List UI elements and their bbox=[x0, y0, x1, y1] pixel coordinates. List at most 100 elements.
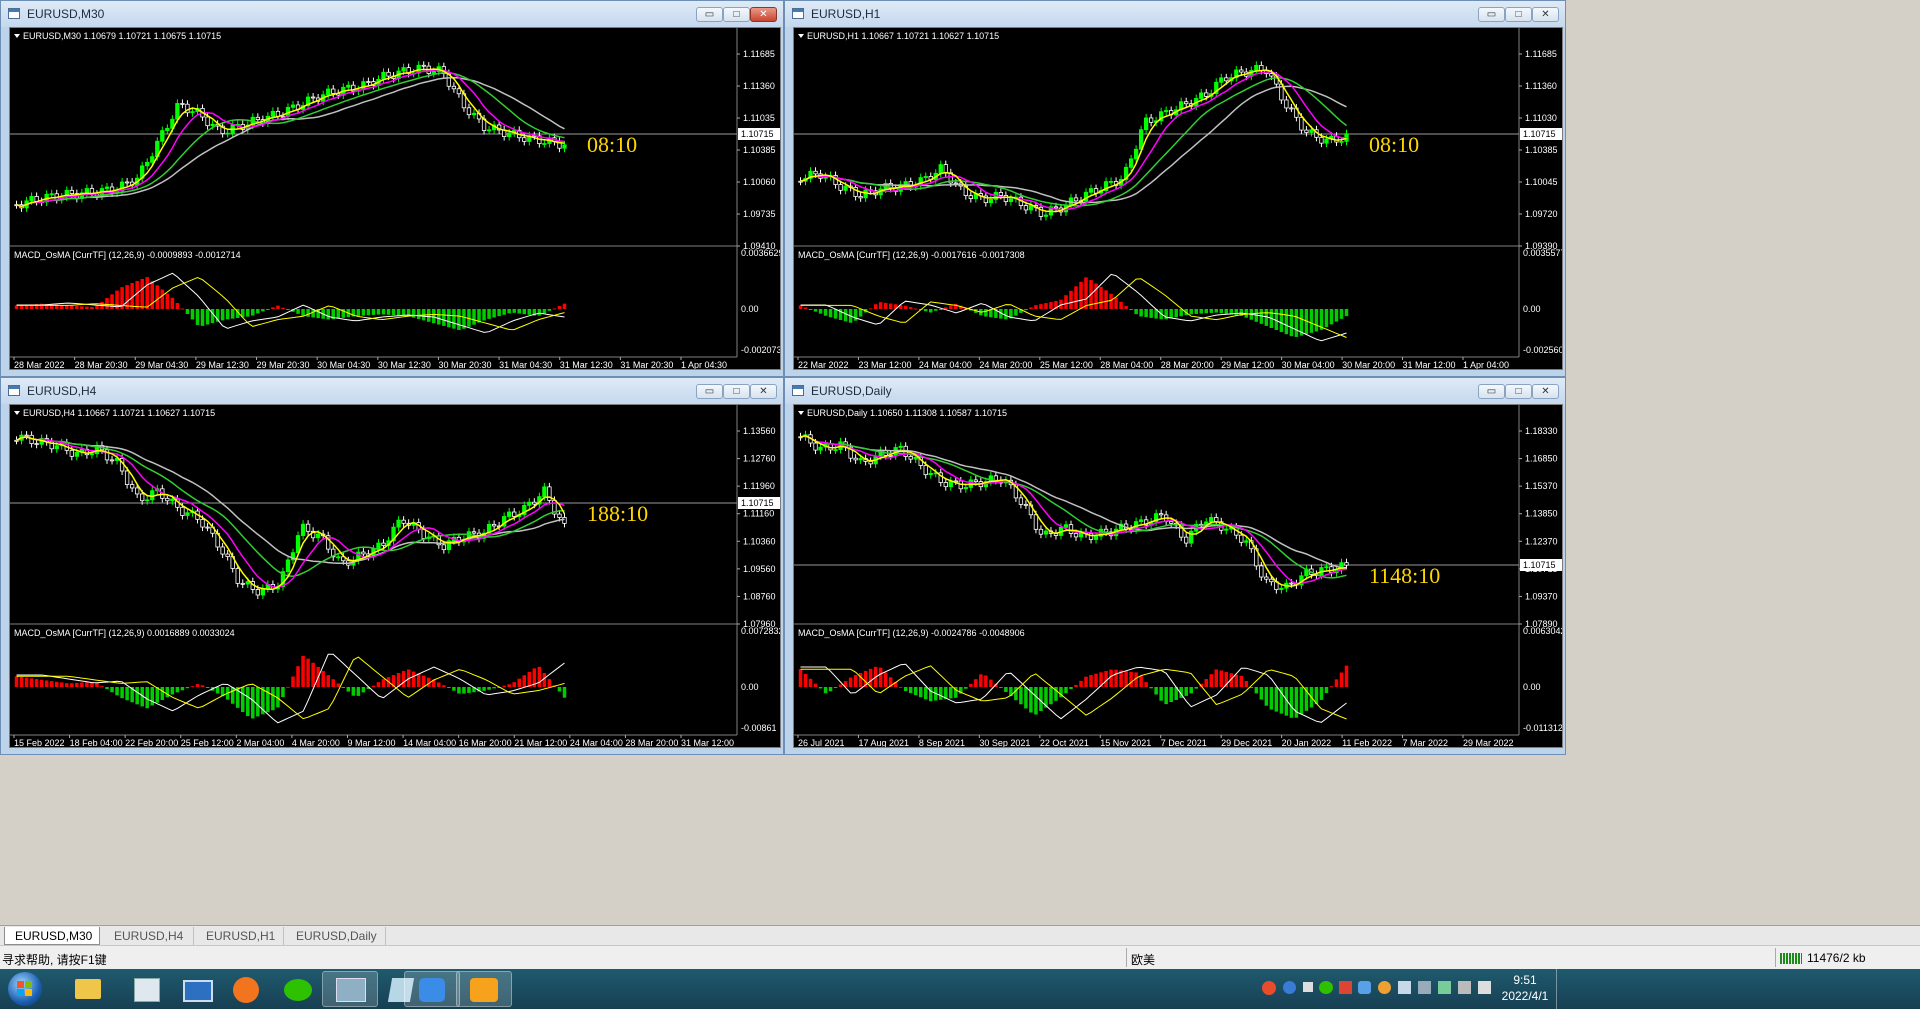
histogram-bar bbox=[1319, 687, 1324, 700]
chart-window-h1[interactable]: EURUSD,H1 ▭ □ ✕ EURUSD,H1 1.10667 1.1072… bbox=[784, 0, 1566, 377]
taskbar-metatrader-button[interactable] bbox=[322, 971, 378, 1007]
tray-volume-icon[interactable] bbox=[1458, 981, 1471, 994]
title-bar[interactable]: EURUSD,Daily ▭ □ ✕ bbox=[785, 378, 1565, 404]
histogram-bar bbox=[170, 297, 175, 309]
chart-menu-triangle-icon[interactable] bbox=[798, 34, 804, 38]
window-title: EURUSD,M30 bbox=[27, 7, 105, 21]
taskbar-desktop-button[interactable] bbox=[168, 971, 224, 1007]
histogram-bar bbox=[928, 687, 933, 702]
close-button[interactable]: ✕ bbox=[1532, 7, 1559, 22]
histogram-bar bbox=[939, 687, 943, 700]
tray-battery-icon[interactable] bbox=[1438, 981, 1451, 994]
title-bar[interactable]: EURUSD,M30 ▭ □ ✕ bbox=[1, 1, 783, 27]
chart-area[interactable]: EURUSD,M30 1.10679 1.10721 1.10675 1.107… bbox=[9, 27, 781, 370]
candle-body bbox=[165, 127, 170, 131]
show-desktop-button[interactable] bbox=[1556, 969, 1571, 1009]
chart-menu-triangle-icon[interactable] bbox=[14, 34, 20, 38]
histogram-bar bbox=[90, 307, 94, 309]
histogram-bar bbox=[1254, 687, 1259, 694]
tab-eurusd-h4[interactable]: EURUSD,H4 bbox=[104, 927, 194, 945]
chart-window-m30[interactable]: EURUSD,M30 ▭ □ ✕ EURUSD,M30 1.10679 1.10… bbox=[0, 0, 784, 377]
taskbar-explorer-button[interactable] bbox=[60, 971, 116, 1007]
histogram-bar bbox=[798, 669, 803, 687]
taskbar-wps-button[interactable] bbox=[456, 971, 512, 1007]
minimize-button[interactable]: ▭ bbox=[696, 384, 723, 399]
histogram-bar bbox=[230, 309, 235, 319]
minimize-button[interactable]: ▭ bbox=[1478, 384, 1505, 399]
maximize-button[interactable]: □ bbox=[1505, 7, 1532, 22]
taskbar-music-button[interactable] bbox=[218, 971, 274, 1007]
tray-help-icon[interactable] bbox=[1283, 981, 1296, 994]
candle-body bbox=[507, 132, 512, 137]
histogram-bar bbox=[1324, 687, 1329, 694]
histogram-bar bbox=[326, 309, 330, 320]
chart-area[interactable]: EURUSD,Daily 1.10650 1.11308 1.10587 1.1… bbox=[793, 404, 1563, 748]
chart-menu-triangle-icon[interactable] bbox=[798, 411, 804, 415]
clock-time[interactable]: 9:51 bbox=[1500, 973, 1550, 987]
candle-body bbox=[1159, 513, 1164, 516]
histogram-bar bbox=[923, 309, 928, 312]
histogram-bar bbox=[251, 309, 255, 316]
histogram-bar bbox=[502, 685, 506, 687]
tray-speaker-icon[interactable] bbox=[1398, 981, 1411, 994]
maximize-button[interactable]: □ bbox=[1505, 384, 1532, 399]
chart-area[interactable]: EURUSD,H4 1.10667 1.10721 1.10627 1.1071… bbox=[9, 404, 781, 748]
tray-wps-icon[interactable] bbox=[1339, 981, 1352, 994]
wps-icon bbox=[470, 978, 498, 1002]
tray-flag-icon[interactable] bbox=[1303, 982, 1313, 992]
histogram-bar bbox=[1129, 309, 1133, 311]
histogram-bar bbox=[537, 309, 542, 316]
chart-area[interactable]: EURUSD,H1 1.10667 1.10721 1.10627 1.1071… bbox=[793, 27, 1563, 370]
candle-body bbox=[1304, 129, 1309, 133]
close-button[interactable]: ✕ bbox=[750, 384, 777, 399]
histogram-bar bbox=[898, 686, 903, 688]
chart-window-daily[interactable]: EURUSD,Daily ▭ □ ✕ EURUSD,Daily 1.10650 … bbox=[784, 377, 1566, 755]
price-scale-label: 1.11960 bbox=[743, 481, 775, 491]
clock-date[interactable]: 2022/4/1 bbox=[1500, 989, 1550, 1003]
candle-body bbox=[1279, 587, 1284, 591]
histogram-bar bbox=[225, 309, 230, 320]
close-button[interactable]: ✕ bbox=[750, 7, 777, 22]
candle-body bbox=[326, 88, 331, 96]
candle-body bbox=[1033, 514, 1039, 530]
tray-wechat-icon[interactable] bbox=[1319, 981, 1333, 994]
tray-security-icon[interactable] bbox=[1378, 981, 1391, 994]
histogram-bar bbox=[261, 309, 265, 312]
start-button[interactable] bbox=[8, 972, 42, 1006]
histogram-bar bbox=[19, 677, 24, 687]
maximize-button[interactable]: □ bbox=[723, 384, 750, 399]
time-axis-label: 24 Mar 04:00 bbox=[919, 360, 972, 370]
histogram-bar bbox=[1109, 669, 1113, 687]
close-button[interactable]: ✕ bbox=[1532, 384, 1559, 399]
candle-body bbox=[145, 499, 150, 502]
chart-menu-triangle-icon[interactable] bbox=[14, 411, 20, 415]
tab-eurusd-m30[interactable]: EURUSD,M30 bbox=[4, 927, 100, 945]
time-axis-label: 29 Mar 12:00 bbox=[1221, 360, 1274, 370]
tray-signal-icon[interactable] bbox=[1478, 981, 1491, 994]
taskbar-contacts-button[interactable] bbox=[118, 971, 174, 1007]
tray-shield-icon[interactable] bbox=[1358, 981, 1371, 994]
taskbar-chat-button[interactable] bbox=[404, 971, 460, 1007]
candle-body bbox=[1164, 110, 1169, 113]
histogram-bar bbox=[140, 278, 144, 309]
histogram-bar bbox=[59, 682, 64, 687]
candle-body bbox=[1244, 540, 1249, 543]
candle-body bbox=[1038, 528, 1044, 535]
histogram-bar bbox=[1184, 687, 1188, 696]
minimize-button[interactable]: ▭ bbox=[696, 7, 723, 22]
tab-eurusd-daily[interactable]: EURUSD,Daily bbox=[286, 927, 386, 945]
candle-body bbox=[863, 189, 868, 199]
maximize-button[interactable]: □ bbox=[723, 7, 750, 22]
tab-eurusd-h1[interactable]: EURUSD,H1 bbox=[196, 927, 284, 945]
minimize-button[interactable]: ▭ bbox=[1478, 7, 1505, 22]
title-bar[interactable]: EURUSD,H4 ▭ □ ✕ bbox=[1, 378, 783, 404]
title-bar[interactable]: EURUSD,H1 ▭ □ ✕ bbox=[785, 1, 1565, 27]
candle-body bbox=[235, 568, 240, 584]
histogram-bar bbox=[878, 302, 883, 309]
tray-sogou-icon[interactable] bbox=[1262, 981, 1276, 995]
histogram-bar bbox=[818, 309, 823, 314]
chart-window-h4[interactable]: EURUSD,H4 ▭ □ ✕ EURUSD,H4 1.10667 1.1072… bbox=[0, 377, 784, 755]
tray-network-icon[interactable] bbox=[1418, 981, 1431, 994]
histogram-bar bbox=[331, 679, 335, 687]
taskbar-wechat-button[interactable] bbox=[270, 971, 326, 1007]
